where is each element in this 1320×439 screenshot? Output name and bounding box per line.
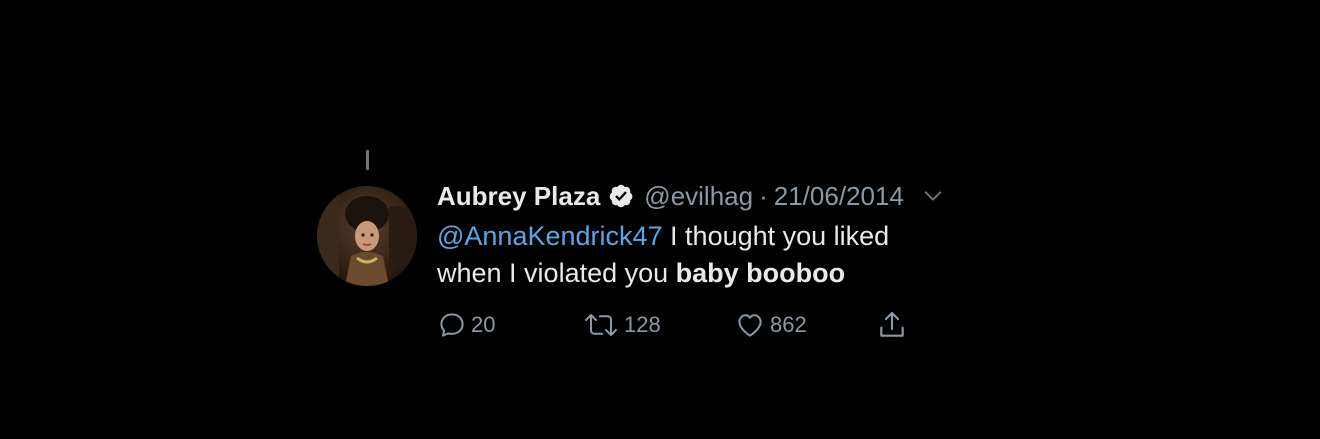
tweet-content: Aubrey Plaza @evilhag · 21/06/2014 @Anna… [437,176,1077,292]
tweet-text-bold: baby booboo [675,258,846,288]
heart-icon [738,314,762,337]
verified-badge-icon [608,183,634,209]
retweet-icon [585,314,617,336]
separator-dot: · [759,180,768,211]
avatar[interactable] [317,186,417,286]
author-handle[interactable]: @evilhag [644,181,753,212]
like-count: 862 [770,312,807,337]
tweet-text-part1: I thought you liked [662,221,890,251]
tweet-header: Aubrey Plaza @evilhag · 21/06/2014 [437,176,1077,216]
reply-icon [440,313,464,337]
chevron-down-icon[interactable] [922,185,944,207]
mention-link[interactable]: @AnnaKendrick47 [437,221,663,251]
share-icon [880,311,904,337]
share-button[interactable] [876,309,908,341]
like-button[interactable]: 862 [734,310,876,340]
tweet-text: @AnnaKendrick47 I thought you liked when… [437,218,1077,292]
author-name[interactable]: Aubrey Plaza [437,181,600,212]
retweet-button[interactable]: 128 [582,310,734,340]
tweet-date[interactable]: 21/06/2014 [774,181,904,212]
reply-count: 20 [471,312,496,337]
reply-button[interactable]: 20 [437,310,582,340]
thread-connector-line [366,150,369,170]
tweet-text-part2: when I violated you [437,258,676,288]
tweet-actions: 20 128 862 [437,307,908,343]
retweet-count: 128 [624,312,661,337]
